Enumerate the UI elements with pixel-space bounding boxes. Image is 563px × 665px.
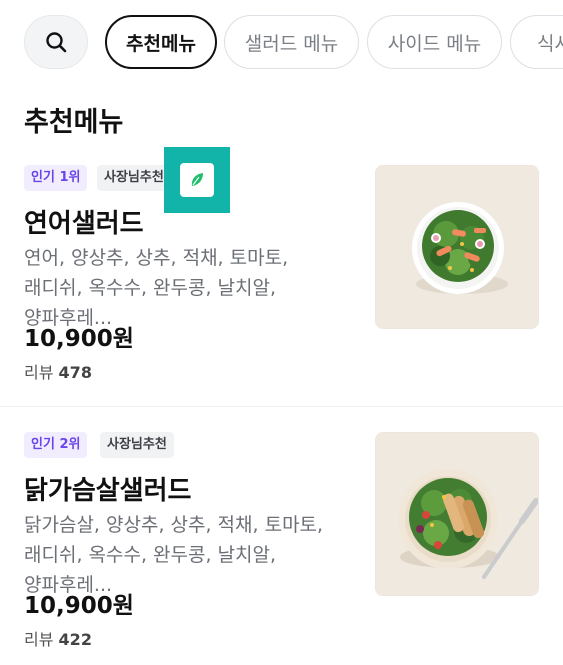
search-button[interactable] [24,15,88,69]
tab-salad-menu[interactable]: 샐러드 메뉴 [224,15,359,69]
rank-badge: 인기 2위 [24,432,88,458]
category-tab-bar: 추천메뉴 샐러드 메뉴 사이드 메뉴 식사 [24,15,563,71]
salmon-salad-image [376,166,538,328]
search-icon [46,32,67,53]
owner-recommend-badge: 사장님추천 [100,432,174,458]
review-count: 리뷰 478 [24,363,92,382]
eco-badge [164,147,230,213]
item-price: 10,900원 [24,326,134,352]
divider [0,406,563,407]
tab-side-menu[interactable]: 사이드 메뉴 [367,15,502,69]
owner-recommend-badge: 사장님추천 [97,165,171,191]
item-image [375,432,539,596]
tab-recommended[interactable]: 추천메뉴 [105,15,217,69]
chicken-salad-image [376,433,538,595]
section-title: 추천메뉴 [24,107,124,138]
review-count: 리뷰 422 [24,630,92,649]
item-name: 연어샐러드 [24,209,144,239]
item-image [375,165,539,329]
rank-badge: 인기 1위 [24,165,88,191]
item-name: 닭가슴살샐러드 [24,476,192,506]
leaf-icon [191,173,203,186]
tab-meal[interactable]: 식사 [510,15,563,69]
item-price: 10,900원 [24,593,134,619]
